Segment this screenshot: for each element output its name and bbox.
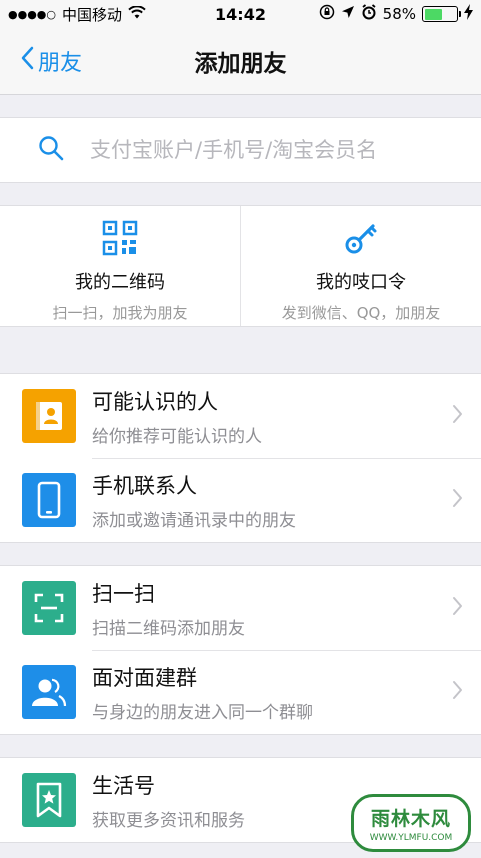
location-icon [341,5,355,23]
chevron-right-icon [452,596,463,620]
status-bar: ●●●●○ 中国移动 14:42 58% [0,0,481,28]
quick-actions: 我的二维码 扫一扫，加我为朋友 我的吱口令 发到微信、QQ，加朋友 [0,205,481,327]
chevron-right-icon [452,404,463,428]
list-item-subtitle: 给你推荐可能认识的人 [92,426,262,447]
list-item-subtitle: 添加或邀请通讯录中的朋友 [92,510,296,531]
list-item-phone-contacts[interactable]: 手机联系人 添加或邀请通讯录中的朋友 [0,458,481,542]
charging-icon [464,4,473,24]
list-group: 扫一扫 扫描二维码添加朋友 面对面建群 与身边的朋友进入同一个群聊 [0,565,481,735]
contact-book-icon [22,389,76,443]
my-password-button[interactable]: 我的吱口令 发到微信、QQ，加朋友 [240,206,481,326]
list-item-face-to-face-group[interactable]: 面对面建群 与身边的朋友进入同一个群聊 [0,650,481,734]
bookmark-star-icon [22,773,76,827]
quick-action-title: 我的吱口令 [316,272,406,293]
quick-action-title: 我的二维码 [75,272,165,293]
section-gap [0,183,481,205]
search-bar[interactable] [0,117,481,183]
chevron-right-icon [452,488,463,512]
key-icon [343,220,379,260]
my-qr-code-button[interactable]: 我的二维码 扫一扫，加我为朋友 [0,206,240,326]
chevron-left-icon [20,46,38,76]
alarm-icon [361,4,377,24]
navigation-bar: 朋友 添加朋友 [0,28,481,95]
quick-action-subtitle: 发到微信、QQ，加朋友 [281,304,441,322]
section-gap [0,735,481,757]
search-icon [38,135,64,165]
list-item-title: 面对面建群 [92,665,197,690]
watermark-url: WWW.YLMFU.COM [369,832,453,843]
back-label: 朋友 [38,51,83,76]
group-icon [22,665,76,719]
status-left: ●●●●○ 中国移动 [8,4,146,25]
scan-icon [22,581,76,635]
chevron-right-icon [452,680,463,704]
section-gap [0,543,481,565]
battery-percent: 58% [382,5,416,23]
list-item-title: 扫一扫 [92,581,155,606]
back-button[interactable]: 朋友 [0,45,82,77]
rotation-lock-icon [319,4,335,24]
list-item-scan[interactable]: 扫一扫 扫描二维码添加朋友 [0,566,481,650]
wifi-icon [128,5,146,23]
section-gap [0,327,481,373]
battery-icon [422,6,461,22]
list-item-people-you-may-know[interactable]: 可能认识的人 给你推荐可能认识的人 [0,374,481,458]
list-group: 可能认识的人 给你推荐可能认识的人 手机联系人 添加或邀请通讯录中的朋友 [0,373,481,543]
list-item-title: 可能认识的人 [92,389,218,414]
search-input[interactable] [90,138,450,162]
carrier-label: 中国移动 [62,5,123,24]
watermark-logo: 雨林木风 WWW.YLMFU.COM [351,794,471,852]
watermark-brand: 雨林木风 [370,807,451,830]
qr-code-icon [102,220,138,260]
list-item-subtitle: 与身边的朋友进入同一个群聊 [92,702,313,723]
quick-action-subtitle: 扫一扫，加我为朋友 [52,304,188,322]
list-item-title: 手机联系人 [92,473,197,498]
status-right: 58% [319,4,473,24]
section-gap [0,95,481,117]
signal-icon: ●●●●○ [8,7,56,21]
list-item-subtitle: 扫描二维码添加朋友 [92,618,245,639]
phone-icon [22,473,76,527]
